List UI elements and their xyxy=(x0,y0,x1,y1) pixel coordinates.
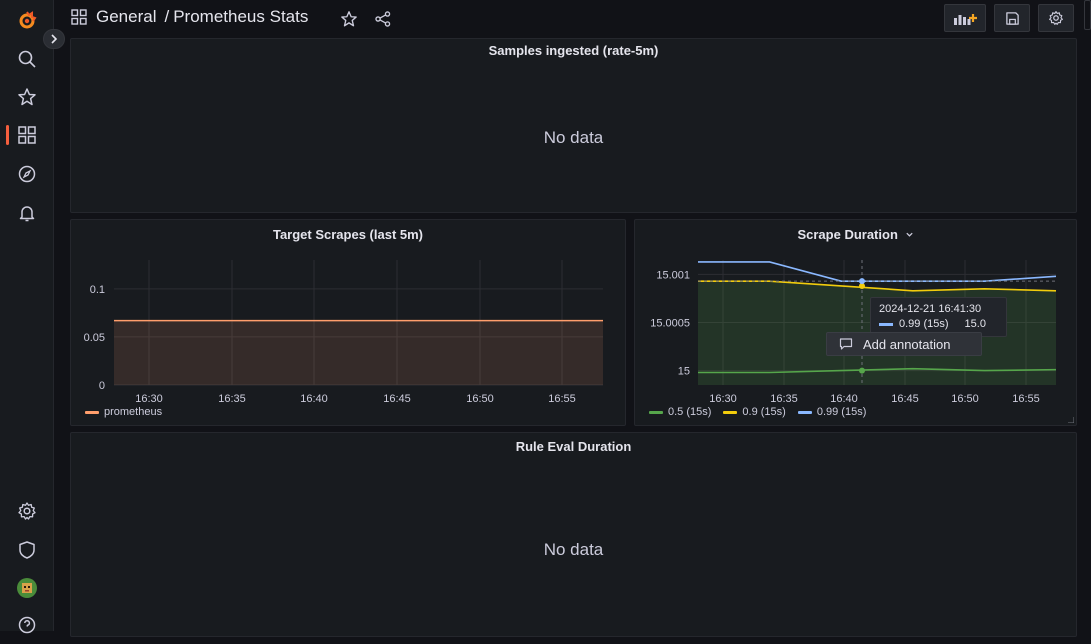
legend-item[interactable]: 0.99 (15s) xyxy=(797,406,867,418)
legend-swatch xyxy=(649,410,663,414)
no-data-message: No data xyxy=(543,128,604,147)
dashboard-title[interactable]: Prometheus Stats xyxy=(173,7,308,27)
panel-samples-ingested[interactable]: Samples ingested (rate-5m) No data xyxy=(70,38,1077,213)
legend-swatch xyxy=(797,410,812,414)
expand-menu-button[interactable] xyxy=(43,29,65,49)
x-tick-label: 16:30 xyxy=(709,393,737,405)
dashboards-icon xyxy=(18,126,36,144)
x-tick-label: 16:50 xyxy=(466,393,494,405)
graph-tooltip: 2024-12-21 16:41:30 0.99 (15s) 15.0 xyxy=(870,297,1007,337)
side-menu xyxy=(0,0,54,634)
bell-icon xyxy=(19,206,35,222)
x-tick-label: 16:35 xyxy=(770,393,798,405)
y-tick-label: 15 xyxy=(678,366,690,378)
x-tick-label: 16:35 xyxy=(218,393,246,405)
tooltip-time: 2024-12-21 16:41:30 xyxy=(879,303,982,315)
series-area xyxy=(114,320,603,385)
legend-label: 0.99 (15s) xyxy=(816,406,867,418)
no-data-message: No data xyxy=(543,540,604,559)
active-indicator xyxy=(6,125,9,145)
y-tick-label: 15.001 xyxy=(656,269,690,281)
y-tick-label: 15.0005 xyxy=(650,318,690,330)
search-icon xyxy=(18,50,36,68)
star-icon xyxy=(18,88,36,106)
panel-title[interactable]: Rule Eval Duration xyxy=(71,439,1076,454)
legend-label: 0.9 (15s) xyxy=(742,406,786,418)
x-tick-label: 16:50 xyxy=(951,393,979,405)
help-icon xyxy=(18,616,36,634)
legend-label: prometheus xyxy=(104,406,163,418)
avatar xyxy=(17,578,37,598)
legend-item[interactable]: 0.5 (15s) xyxy=(649,406,711,418)
tooltip-row: 0.99 (15s) 15.0 xyxy=(879,318,986,330)
legend: prometheus xyxy=(85,406,162,418)
add-annotation-label: Add annotation xyxy=(863,336,951,352)
scrape-duration-chart[interactable]: 16:30 16:35 16:40 16:45 16:50 16:55 15.001 15.0… xyxy=(635,220,1078,427)
shield-icon xyxy=(19,541,35,559)
x-tick-label: 16:40 xyxy=(830,393,858,405)
nav-help[interactable] xyxy=(0,606,54,644)
x-tick-label: 16:40 xyxy=(300,393,328,405)
nav-starred[interactable] xyxy=(0,78,54,116)
x-tick-label: 16:30 xyxy=(135,393,163,405)
x-tick-label: 16:55 xyxy=(1012,393,1040,405)
y-tick-label: 0 xyxy=(99,380,105,392)
nav-profile[interactable] xyxy=(0,569,54,607)
legend: 0.5 (15s) 0.9 (15s) 0.99 (15s) xyxy=(649,406,866,418)
legend-item[interactable]: 0.9 (15s) xyxy=(723,406,786,418)
panel-target-scrapes[interactable]: Target Scrapes (last 5m) 16:30 16:35 16:40… xyxy=(70,219,626,426)
legend-label: 0.5 (15s) xyxy=(668,406,712,418)
tooltip-series: 0.99 (15s) xyxy=(899,318,949,330)
resize-handle-icon[interactable] xyxy=(1068,417,1074,423)
x-tick-label: 16:55 xyxy=(548,393,576,405)
nav-server-admin[interactable] xyxy=(0,531,54,569)
tooltip-swatch xyxy=(879,322,893,326)
add-panel-button[interactable] xyxy=(944,4,986,32)
grafana-logo-icon xyxy=(19,11,37,29)
chevron-right-icon xyxy=(51,34,58,44)
legend-swatch xyxy=(85,410,99,414)
legend-item[interactable]: prometheus xyxy=(85,406,162,418)
nav-dashboards[interactable] xyxy=(0,116,54,154)
add-panel-icon xyxy=(954,14,977,25)
compass-icon xyxy=(18,165,36,183)
nav-alerting[interactable] xyxy=(0,194,54,232)
dashboard-settings-button[interactable] xyxy=(1038,4,1074,32)
series-line xyxy=(698,261,1057,282)
save-dashboard-button[interactable] xyxy=(994,4,1030,32)
panel-title[interactable]: Samples ingested (rate-5m) xyxy=(71,43,1076,58)
tooltip-value: 15.0 xyxy=(964,318,986,330)
hover-point xyxy=(859,278,865,285)
y-tick-label: 0.05 xyxy=(84,332,105,344)
y-tick-label: 0.1 xyxy=(90,284,105,296)
share-icon[interactable] xyxy=(374,10,392,28)
comment-icon xyxy=(839,338,853,350)
panel-scrape-duration[interactable]: Scrape Duration 16:30 16:35 16:40 16:45 16:5… xyxy=(634,219,1077,426)
gear-icon xyxy=(18,502,36,520)
x-tick-label: 16:45 xyxy=(383,393,411,405)
panel-rule-eval-duration[interactable]: Rule Eval Duration No data xyxy=(70,432,1077,637)
dashboards-icon xyxy=(71,9,87,25)
target-scrapes-chart[interactable]: 16:30 16:35 16:40 16:45 16:50 16:55 0.1 0.05 0 xyxy=(71,220,627,427)
add-annotation-menu-item[interactable]: Add annotation xyxy=(826,332,982,356)
nav-explore[interactable] xyxy=(0,155,54,193)
hover-point xyxy=(859,367,865,374)
nav-configuration[interactable] xyxy=(0,492,54,530)
breadcrumb: General / Prometheus Stats xyxy=(70,7,308,27)
breadcrumb-separator: / xyxy=(164,7,170,26)
x-tick-label: 16:45 xyxy=(891,393,919,405)
dashboard-navbar: General / Prometheus Stats xyxy=(54,0,1091,38)
breadcrumb-folder[interactable]: General xyxy=(96,7,156,27)
legend-swatch xyxy=(723,410,738,414)
scrollbar[interactable] xyxy=(1084,0,1091,30)
save-icon xyxy=(1005,11,1019,25)
star-icon[interactable] xyxy=(340,10,358,28)
gear-icon xyxy=(1049,11,1063,25)
